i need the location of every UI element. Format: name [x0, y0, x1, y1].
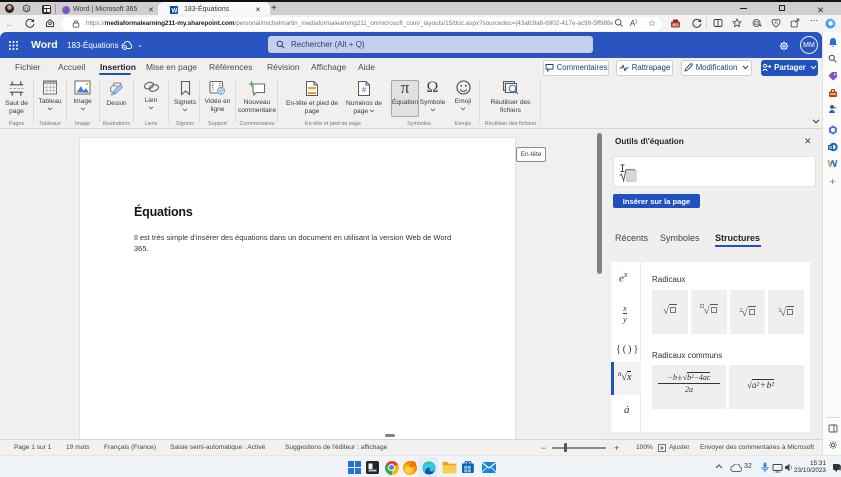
svg-text:#: #	[362, 86, 367, 95]
svg-text:WB: WB	[673, 23, 678, 27]
svg-text:O: O	[828, 145, 832, 150]
svg-text:W: W	[171, 7, 178, 13]
